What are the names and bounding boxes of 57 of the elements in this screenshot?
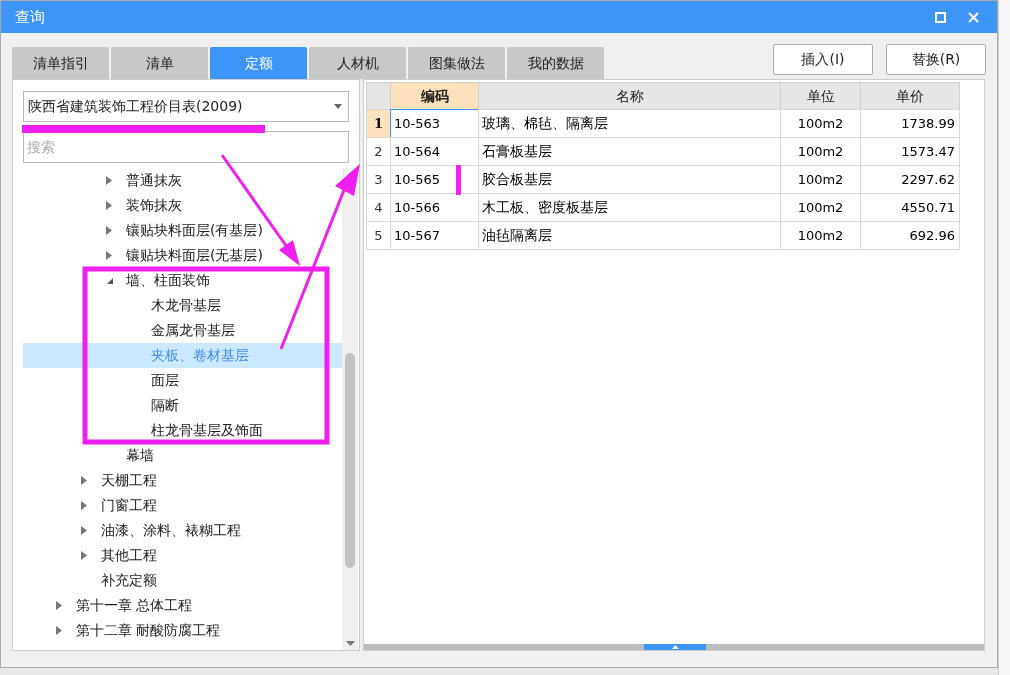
collapsed-triangle-icon[interactable] <box>56 626 62 635</box>
tree-item[interactable]: 隔断 <box>23 393 342 418</box>
tree-item[interactable]: 第十二章 耐酸防腐工程 <box>23 618 342 643</box>
scroll-up-icon[interactable] <box>671 645 679 649</box>
tree-item[interactable]: 幕墙 <box>23 443 342 468</box>
collapsed-triangle-icon[interactable] <box>56 601 62 610</box>
tree-item[interactable]: 天棚工程 <box>23 468 342 493</box>
tree-item[interactable]: 金属龙骨基层 <box>23 318 342 343</box>
tree-item[interactable]: 门窗工程 <box>23 493 342 518</box>
action-button[interactable]: 替换(R) <box>886 44 986 75</box>
column-header[interactable]: 单价 <box>860 82 960 110</box>
tab[interactable]: 清单 <box>111 47 208 79</box>
action-button[interactable]: 插入(I) <box>773 44 873 75</box>
vertical-scrollbar[interactable] <box>342 168 358 650</box>
tree-item[interactable]: 镶贴块料面层(有基层) <box>23 218 342 243</box>
tree-item[interactable]: 墙、柱面装饰 <box>23 268 342 293</box>
tree-item[interactable]: 木龙骨基层 <box>23 293 342 318</box>
collapsed-triangle-icon[interactable] <box>81 526 87 535</box>
column-header[interactable]: 单位 <box>780 82 861 110</box>
dropdown-caret-icon[interactable] <box>334 104 342 109</box>
collapsed-triangle-icon[interactable] <box>81 476 87 485</box>
scrollbar-thumb[interactable] <box>644 644 706 650</box>
tree-item[interactable]: 面层 <box>23 368 342 393</box>
library-dropdown[interactable]: 陕西省建筑装饰工程价目表(2009) <box>23 91 349 122</box>
tree-item[interactable]: 镶贴块料面层(无基层) <box>23 243 342 268</box>
close-icon[interactable] <box>968 11 979 23</box>
table-cell: 10-563 <box>390 109 479 138</box>
scrollbar-thumb[interactable] <box>345 353 355 568</box>
collapsed-triangle-icon[interactable] <box>106 176 112 185</box>
collapsed-triangle-icon[interactable] <box>106 226 112 235</box>
tree-item[interactable]: 补充定额 <box>23 568 342 593</box>
window-title: 查询 <box>15 6 45 28</box>
maximize-icon[interactable] <box>935 11 946 23</box>
collapsed-triangle-icon[interactable] <box>81 501 87 510</box>
tab[interactable]: 我的数据 <box>507 47 604 79</box>
tree-item[interactable]: 柱龙骨基层及饰面 <box>23 418 342 443</box>
tree-item[interactable]: 其他工程 <box>23 543 342 568</box>
table-cell: 玻璃、棉毡、隔离层 <box>478 109 781 138</box>
column-header[interactable]: 编码 <box>390 82 479 110</box>
table-cell: 692.96 <box>860 221 960 250</box>
tab[interactable]: 人材机 <box>309 47 406 79</box>
collapsed-triangle-icon[interactable] <box>81 551 87 560</box>
collapsed-triangle-icon[interactable] <box>106 251 112 260</box>
tab[interactable]: 清单指引 <box>12 47 109 79</box>
column-header[interactable]: 名称 <box>478 82 781 110</box>
tab[interactable]: 图集做法 <box>408 47 505 79</box>
collapsed-triangle-icon[interactable] <box>106 201 112 210</box>
expanded-triangle-icon[interactable] <box>106 276 114 285</box>
tree-item[interactable]: 第十一章 总体工程 <box>23 593 342 618</box>
tree-item[interactable]: 油漆、涂料、裱糊工程 <box>23 518 342 543</box>
tree-item[interactable]: 普通抹灰 <box>23 168 342 193</box>
highlight-bar <box>456 165 461 195</box>
row-number[interactable]: 5 <box>366 221 391 250</box>
horizontal-scrollbar[interactable] <box>364 644 984 650</box>
scroll-down-icon[interactable] <box>345 641 355 646</box>
table-cell: 1738.99 <box>860 109 960 138</box>
tree-item[interactable]: 装饰抹灰 <box>23 193 342 218</box>
